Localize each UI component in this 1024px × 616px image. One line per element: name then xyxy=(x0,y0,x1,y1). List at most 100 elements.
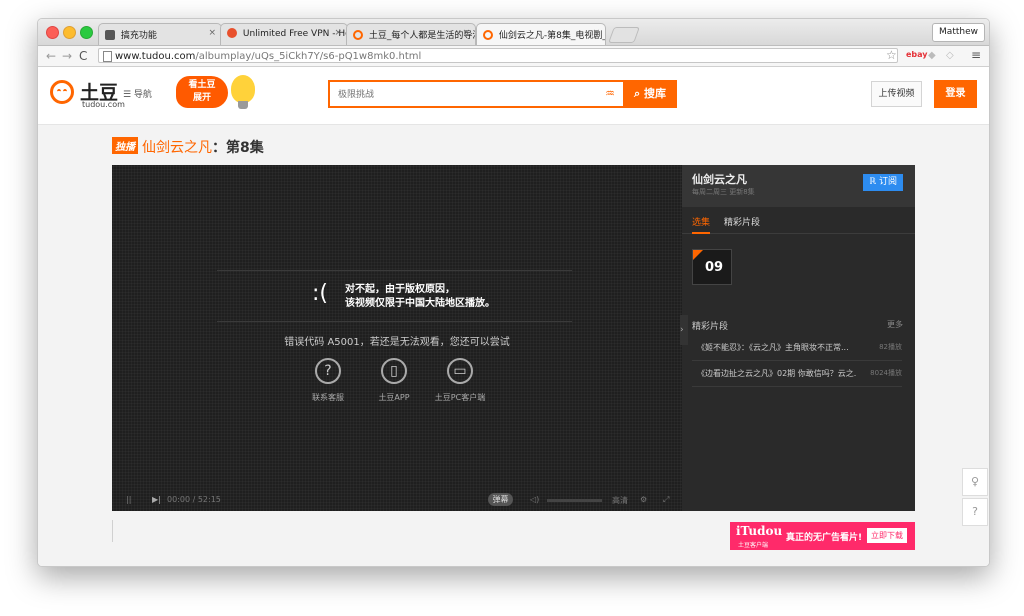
ad-text: 真正的无广告看片! xyxy=(786,533,863,543)
phone-icon: ▯ xyxy=(381,358,407,384)
search-button-label: 搜库 xyxy=(644,87,666,100)
monitor-icon: ▭ xyxy=(447,358,473,384)
player-controls: || ▶| 00:00 / 52:15 弹幕 ◁) 高清 ⚙ ⤢ xyxy=(112,489,682,511)
sad-face-icon: :( xyxy=(312,281,328,306)
ad-brand-sub: 土豆客户端 xyxy=(738,542,769,549)
hola-icon xyxy=(227,28,237,38)
bookmark-star-icon[interactable]: ☆ xyxy=(886,48,897,62)
profile-button[interactable]: Matthew xyxy=(932,23,985,42)
clip-item[interactable]: 《边看边扯之云之凡》02期 你敢信吗？云之... 8024播放 xyxy=(692,361,902,387)
address-bar[interactable]: www.tudou.com/albumplay/uQs_5iCkh7Y/s6-p… xyxy=(98,48,898,63)
below-player-bar: iTudou 土豆客户端 真正的无广告看片! 立即下载 xyxy=(112,512,915,550)
tudou-logo-icon[interactable] xyxy=(50,80,74,104)
more-link[interactable]: 更多 xyxy=(887,319,903,330)
option-label: 土豆PC客户端 xyxy=(434,393,486,402)
show-name-link[interactable]: 仙剑云之凡 xyxy=(142,140,212,156)
tab-tudou-home[interactable]: 土豆_每个人都是生活的导演 × xyxy=(346,23,476,45)
tab-close-icon[interactable]: × xyxy=(592,28,600,38)
episode-09-button[interactable]: 09 xyxy=(692,249,732,285)
ebay-extension-icon[interactable]: ebay xyxy=(906,50,928,59)
lightbulb-icon[interactable]: ♀ xyxy=(962,468,988,496)
upload-video-button[interactable]: 上传视频 xyxy=(871,81,922,107)
tudou-favicon-icon xyxy=(353,30,363,40)
tab-highlights[interactable]: 精彩片段 xyxy=(724,215,760,228)
tab-label: 搞充功能 xyxy=(120,31,157,41)
new-tab-button[interactable] xyxy=(608,27,640,43)
promo-banner[interactable]: 看土豆 展开 xyxy=(176,76,228,108)
sidebar-show-title[interactable]: 仙剑云之凡 xyxy=(692,171,747,187)
playback-time: 00:00 / 52:15 xyxy=(167,495,221,504)
error-message: 对不起，由于版权原因， 该视频仅限于中国大陆地区播放。 xyxy=(345,283,495,311)
logo-subtext: tudou.com xyxy=(82,100,125,109)
url-path: /albumplay/uQs_5iCkh7Y/s6-pQ1w8mk0.html xyxy=(195,51,422,62)
tab-close-icon[interactable]: × xyxy=(334,28,342,38)
fullscreen-icon[interactable]: ⤢ xyxy=(663,495,669,505)
collapse-sidebar-chevron-icon[interactable]: › xyxy=(680,315,688,345)
tudou-favicon-icon xyxy=(483,30,493,40)
minimize-window-button[interactable] xyxy=(63,26,76,39)
volume-icon[interactable]: ◁) xyxy=(530,495,539,504)
voice-search-icon[interactable]: ♒ xyxy=(605,87,615,100)
site-header: 土豆 tudou.com ☰ 导航 看土豆 展开 ♒ ⌕ 搜库 上传视频 登录 xyxy=(38,67,989,125)
browser-menu-icon[interactable]: ≡ xyxy=(971,48,981,62)
subscribe-label: 订阅 xyxy=(879,177,898,187)
reload-icon[interactable]: C xyxy=(79,49,87,63)
volume-slider[interactable] xyxy=(547,499,602,502)
tab-label: 土豆_每个人都是生活的导演 xyxy=(368,31,476,41)
error-message-box: :( 对不起，由于版权原因， 该视频仅限于中国大陆地区播放。 xyxy=(217,270,572,322)
ad-brand: iTudou xyxy=(736,524,783,538)
tab-episodes[interactable]: 选集 xyxy=(692,215,711,234)
mascot-bulb-icon xyxy=(231,75,255,109)
error-code-text: 错误代码 A5001，若还是无法观看，您还可以尝试 xyxy=(284,337,510,348)
login-button[interactable]: 登录 xyxy=(934,80,977,108)
clip-play-count: 8024播放 xyxy=(870,369,902,377)
itudou-ad-banner[interactable]: iTudou 土豆客户端 真正的无广告看片! 立即下载 xyxy=(730,522,915,550)
help-icon[interactable]: ? xyxy=(962,498,988,526)
episode-number: 09 xyxy=(705,260,724,275)
download-now-button[interactable]: 立即下载 xyxy=(867,528,907,543)
clip-item[interactable]: 《姬不能忍》：《云之凡》主角眼妆不正常... 82播放 xyxy=(692,335,902,361)
tudou-app-option[interactable]: ▯ 土豆APP xyxy=(364,358,424,403)
browser-window: 搞充功能 × Unlimited Free VPN - Hola × 土豆_每个… xyxy=(37,18,990,567)
tab-current-video[interactable]: 仙剑云之凡-第8集_电视剧_土豆 × xyxy=(476,23,606,45)
nav-menu-button[interactable]: ☰ 导航 xyxy=(123,87,152,100)
tab-label: Unlimited Free VPN - Hola xyxy=(242,29,348,39)
maximize-window-button[interactable] xyxy=(80,26,93,39)
sidebar-header: 仙剑云之凡 每周二周三 更新8集 ℝ 订阅 xyxy=(682,165,915,207)
quality-selector[interactable]: 高清 xyxy=(612,495,628,506)
puzzle-icon xyxy=(105,30,115,40)
tab-close-icon[interactable]: × xyxy=(462,28,470,38)
back-arrow-icon[interactable]: ← xyxy=(46,49,56,63)
tab-hola-vpn[interactable]: Unlimited Free VPN - Hola × xyxy=(220,23,348,45)
search-box: ♒ ⌕ 搜库 xyxy=(328,80,677,108)
error-message-line-1: 对不起，由于版权原因， xyxy=(345,284,455,295)
pause-icon[interactable]: || xyxy=(126,495,131,504)
browser-toolbar: ← → C www.tudou.com/albumplay/uQs_5iCkh7… xyxy=(38,46,989,67)
search-icon: ⌕ xyxy=(633,87,641,100)
exclusive-badge: 独播 xyxy=(112,137,138,154)
next-episode-icon[interactable]: ▶| xyxy=(152,495,161,504)
highlights-heading: 精彩片段 xyxy=(692,322,729,332)
episode-label: ：第8集 xyxy=(212,140,264,156)
close-window-button[interactable] xyxy=(46,26,59,39)
tab-close-icon[interactable]: × xyxy=(208,28,216,38)
contact-support-option[interactable]: ? 联系客服 xyxy=(298,358,358,403)
extension-icon[interactable]: ◆ xyxy=(928,50,936,61)
update-schedule: 每周二周三 更新8集 xyxy=(692,188,755,196)
promo-line-1: 看土豆 xyxy=(188,80,216,90)
search-input[interactable] xyxy=(336,86,600,104)
url-host: www.tudou.com xyxy=(115,51,196,62)
danmu-toggle[interactable]: 弹幕 xyxy=(488,493,513,506)
clip-title: 《姬不能忍》：《云之凡》主角眼妆不正常... xyxy=(697,343,849,352)
title-bar: 搞充功能 × Unlimited Free VPN - Hola × 土豆_每个… xyxy=(38,19,989,46)
search-button[interactable]: ⌕ 搜库 xyxy=(623,80,677,108)
tab-extensions[interactable]: 搞充功能 × xyxy=(98,23,222,45)
subscribe-button[interactable]: ℝ 订阅 xyxy=(863,174,903,191)
video-player[interactable]: :( 对不起，由于版权原因， 该视频仅限于中国大陆地区播放。 错误代码 A500… xyxy=(112,165,682,511)
extension-icon[interactable]: ◇ xyxy=(946,50,954,61)
promo-line-2: 展开 xyxy=(192,93,211,103)
settings-gear-icon[interactable]: ⚙ xyxy=(640,495,647,504)
pc-client-option[interactable]: ▭ 土豆PC客户端 xyxy=(430,358,490,403)
forward-arrow-icon[interactable]: → xyxy=(62,49,72,63)
main-content: 独播 仙剑云之凡：第8集 :( 对不起，由于版权原因， 该视频仅限于中国大陆地区播… xyxy=(38,125,989,566)
